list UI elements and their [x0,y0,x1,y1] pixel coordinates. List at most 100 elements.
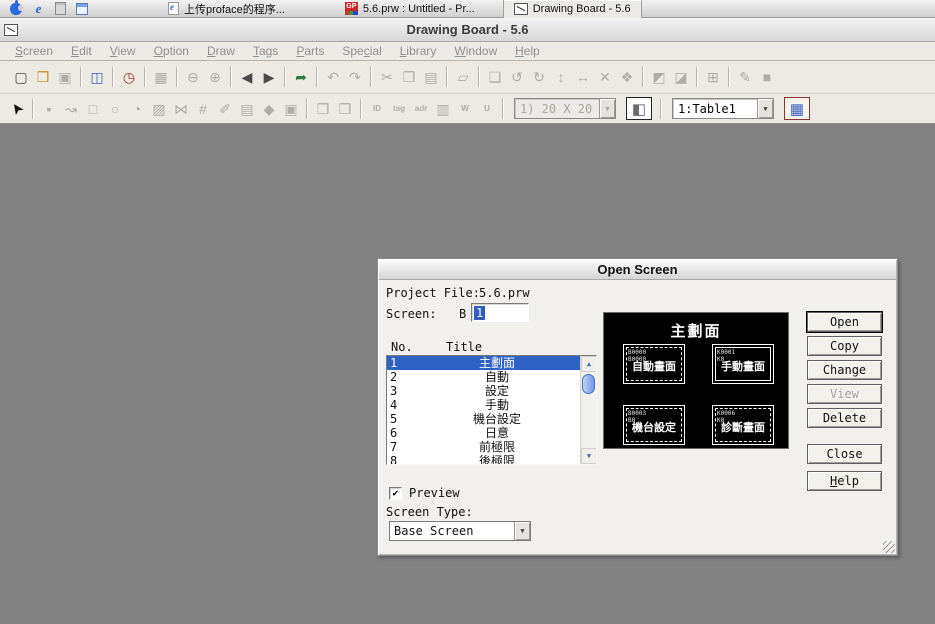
duplicate-icon[interactable]: ❏ [484,66,506,88]
taskbar-tab-upload-proface[interactable]: 上传proface的程序... [158,0,295,18]
fill-icon[interactable]: ▨ [148,98,170,120]
taskbar-tab-drawing-board[interactable]: Drawing Board - 5.6 [503,0,642,18]
eraser-icon[interactable]: ▱ [452,66,474,88]
undo-icon[interactable]: ↶ [322,66,344,88]
internet-explorer-icon[interactable]: e [32,2,45,15]
redo-icon[interactable]: ↷ [344,66,366,88]
chevron-down-icon[interactable]: ▼ [514,522,530,540]
table-split-icon[interactable]: ◧ [626,97,652,120]
save-icon[interactable]: ▣ [54,66,76,88]
scrollbar[interactable]: ▲ ▼ [580,356,596,464]
table-dropdown[interactable]: 1:Table1 ▼ [672,98,774,119]
next-screen-icon[interactable]: ▶ [258,66,280,88]
exit-icon[interactable]: ➦ [290,66,312,88]
list-item[interactable]: 2 自動 [387,370,580,384]
separator[interactable] [642,67,644,87]
separator[interactable] [478,67,480,87]
separator[interactable] [80,67,82,87]
shrink-icon[interactable]: ✕ [594,66,616,88]
load-screen-icon[interactable]: ▣ [280,98,302,120]
separator[interactable] [230,67,232,87]
dialog-titlebar[interactable]: Open Screen [379,260,896,280]
list-item[interactable]: 3 設定 [387,384,580,398]
menu-item[interactable]: Edit [62,44,101,58]
rotate-left-icon[interactable]: ↺ [506,66,528,88]
list-item[interactable]: 6 日意 [387,426,580,440]
menu-item[interactable]: View [101,44,145,58]
chevron-down-icon[interactable]: ▼ [599,99,615,118]
rotate-right-icon[interactable]: ↻ [528,66,550,88]
mark-icon[interactable]: ◆ [258,98,280,120]
grid-size-dropdown[interactable]: 1) 20 X 20 ▼ [514,98,616,119]
mirror-vertical-icon[interactable]: ↕ [550,66,572,88]
tag-u-icon[interactable]: U [476,98,498,120]
separator[interactable] [306,99,308,119]
cut-icon[interactable]: ✂ [376,66,398,88]
tag-w-icon[interactable]: W [454,98,476,120]
screen-type-dropdown[interactable]: Base Screen ▼ [389,521,531,541]
separator[interactable] [32,99,34,119]
circle-icon[interactable]: ○ [104,98,126,120]
arc-icon[interactable]: ◔ [126,98,148,120]
open-icon[interactable]: ❒ [32,66,54,88]
menu-item[interactable]: Tags [244,44,287,58]
list-item[interactable]: 1 主劃面 [387,356,580,370]
text-icon[interactable]: ✐ [214,98,236,120]
enlarge-icon[interactable]: ❖ [616,66,638,88]
notes-icon[interactable] [55,2,66,15]
separator[interactable] [728,67,730,87]
help-button[interactable]: Help [807,471,882,491]
menu-item[interactable]: Window [445,44,506,58]
open-button[interactable]: Open [807,312,882,332]
list-item[interactable]: 5 機台設定 [387,412,580,426]
scroll-up-icon[interactable]: ▲ [581,356,597,372]
separator[interactable] [370,67,372,87]
ruler-icon[interactable]: # [192,98,214,120]
menu-item[interactable]: Screen [6,44,62,58]
simulate-icon[interactable]: ◷ [118,66,140,88]
window-titlebar[interactable]: Drawing Board - 5.6 [0,18,935,42]
zoom-in-icon[interactable]: ⊕ [204,66,226,88]
fill-rect-icon[interactable]: ■ [756,66,778,88]
menu-item[interactable]: Help [506,44,549,58]
list-item[interactable]: 4 手動 [387,398,580,412]
menu-item[interactable]: Draw [198,44,244,58]
rectangle-icon[interactable]: □ [82,98,104,120]
separator[interactable] [112,67,114,87]
scroll-down-icon[interactable]: ▼ [581,448,597,464]
chevron-down-icon[interactable]: ▼ [757,99,773,118]
separator[interactable] [284,67,286,87]
resize-grip[interactable] [883,541,895,553]
copy-icon[interactable]: ❐ [398,66,420,88]
menu-item[interactable]: Option [145,44,198,58]
pen-icon[interactable]: ✎ [734,66,756,88]
tag-name-icon[interactable]: tag [388,98,410,120]
point-icon[interactable]: ▪ [38,98,60,120]
capture-icon[interactable]: ▤ [236,98,258,120]
new-icon[interactable]: ▢ [10,66,32,88]
separator[interactable] [360,99,362,119]
scrollbar-thumb[interactable] [582,374,595,394]
library2-icon[interactable]: ❒ [334,98,356,120]
library1-icon[interactable]: ❒ [312,98,334,120]
separator[interactable] [502,99,504,119]
menu-item[interactable]: Special [333,44,390,58]
close-button[interactable]: Close [807,444,882,464]
separator[interactable] [446,67,448,87]
tag-adr-icon[interactable]: adr [410,98,432,120]
prev-screen-icon[interactable]: ◀ [236,66,258,88]
select-icon[interactable]: ➤ [6,98,28,120]
transfer-icon[interactable]: ◫ [86,66,108,88]
browser-window-icon[interactable] [76,3,88,15]
list-item[interactable]: 7 前極限 [387,440,580,454]
separator[interactable] [176,67,178,87]
preview-checkbox[interactable]: ✔ [389,487,402,500]
taskbar-tab-project[interactable]: GP 5.6.prw : Untitled - Pr... [335,0,485,18]
bring-to-front-icon[interactable]: ◩ [648,66,670,88]
separator[interactable] [696,67,698,87]
group-icon[interactable]: ⊞ [702,66,724,88]
menu-item[interactable]: Parts [287,44,333,58]
change-button[interactable]: Change [807,360,882,380]
zoom-out-icon[interactable]: ⊖ [182,66,204,88]
device-icon[interactable]: ▦ [150,66,172,88]
